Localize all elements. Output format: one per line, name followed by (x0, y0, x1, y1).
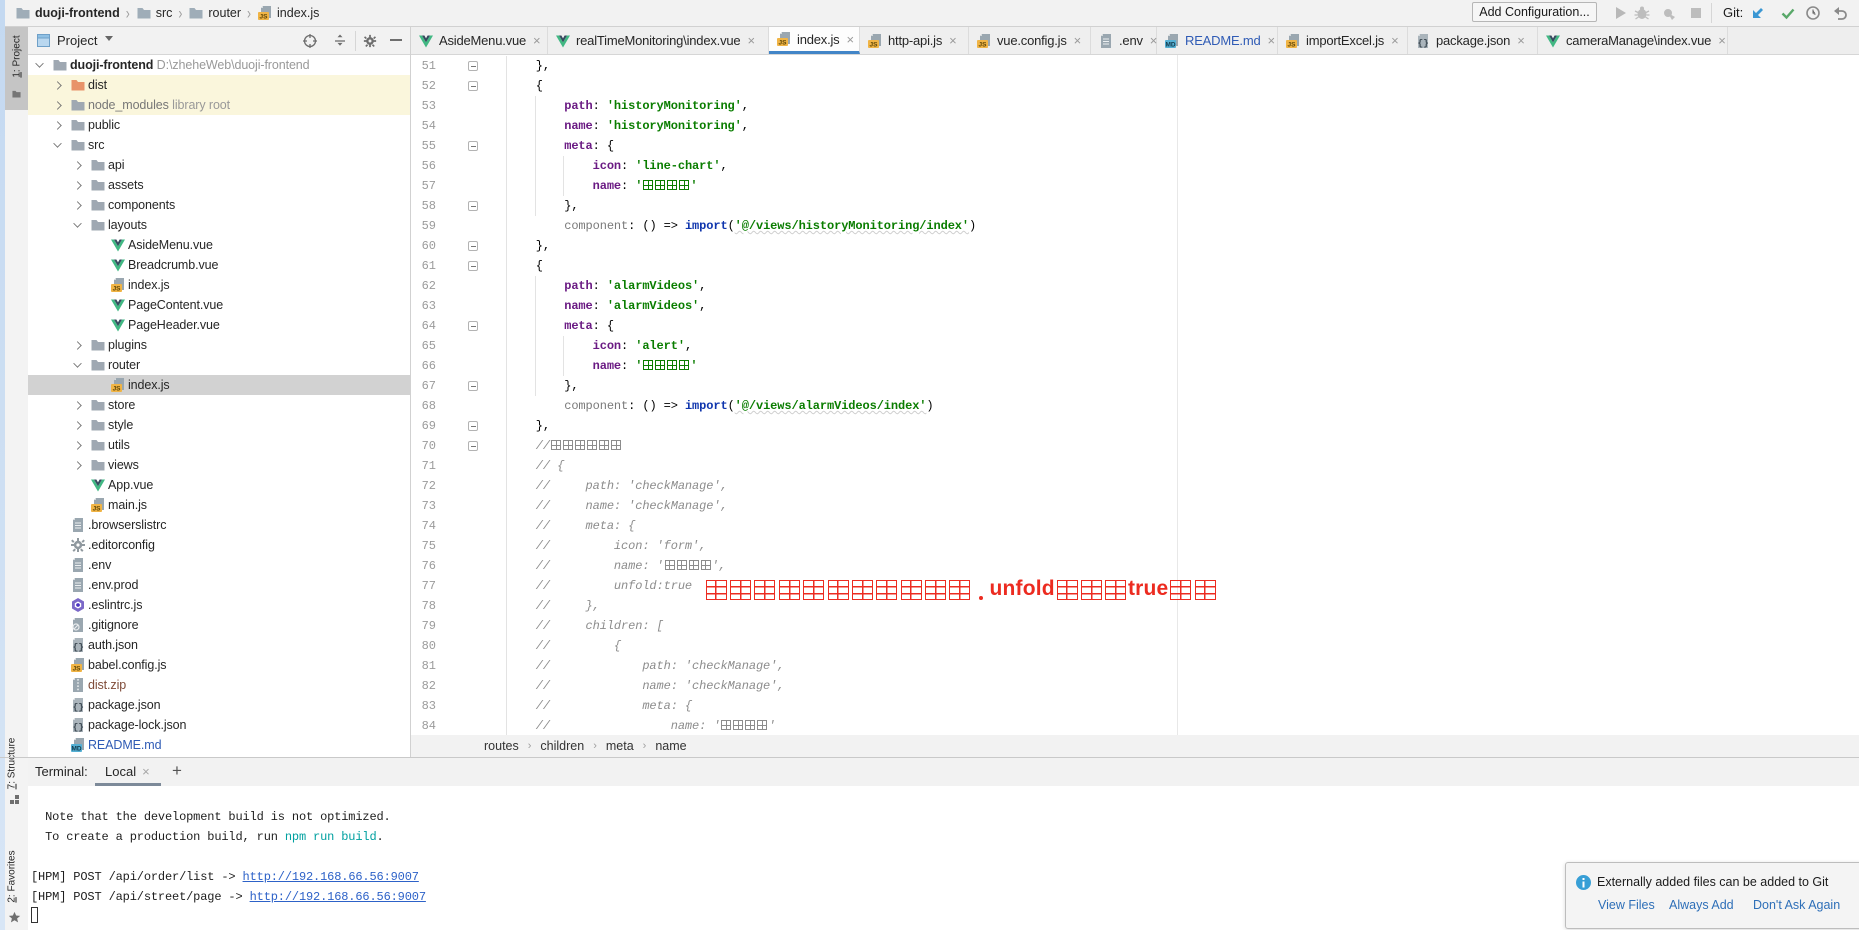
svg-text:JS: JS (779, 39, 788, 46)
svg-text:MD: MD (72, 745, 82, 752)
svg-text:JS: JS (73, 665, 82, 672)
svg-text:JS: JS (93, 505, 102, 512)
svg-text:JS: JS (260, 13, 269, 20)
svg-text:JS: JS (1288, 41, 1297, 48)
svg-text:{}: {} (73, 642, 84, 653)
svg-text:{}: {} (73, 722, 84, 733)
svg-text:JS: JS (113, 285, 122, 292)
svg-text:JS: JS (870, 41, 879, 48)
svg-text:{}: {} (1417, 37, 1428, 48)
svg-text:JS: JS (113, 385, 122, 392)
svg-text:{}: {} (73, 702, 84, 713)
svg-text:JS: JS (979, 41, 988, 48)
svg-text:MD: MD (1165, 41, 1175, 48)
